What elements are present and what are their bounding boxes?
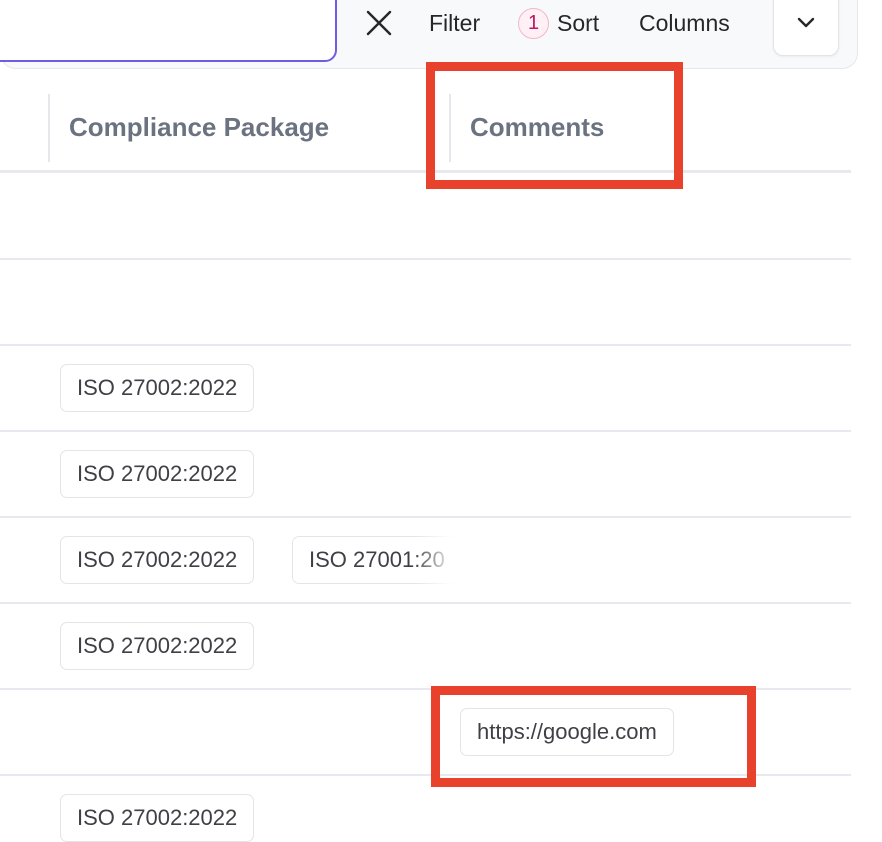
compliance-package-tag: ISO 27002:2022: [60, 622, 255, 670]
filter-label: Filter: [429, 9, 481, 36]
compliance-package-tag: ISO 27002:2022: [60, 450, 255, 498]
column-resize-handle[interactable]: [48, 94, 50, 162]
filter-button[interactable]: Filter: [429, 6, 480, 40]
compliance-package-tag: ISO 27002:2022: [60, 536, 255, 584]
columns-label: Columns: [639, 9, 730, 36]
row-divider: [0, 774, 851, 776]
search-input[interactable]: [0, 0, 337, 62]
close-icon: [366, 10, 392, 36]
columns-button[interactable]: Columns: [639, 6, 730, 40]
row-divider: [0, 430, 851, 432]
column-header-compliance-package[interactable]: Compliance Package: [69, 112, 329, 143]
row-divider: [0, 688, 851, 690]
row-divider: [0, 516, 851, 518]
row-divider: [0, 258, 851, 260]
sort-label: Sort: [557, 9, 600, 36]
column-header-comments[interactable]: Comments: [470, 112, 604, 143]
comment-link[interactable]: https://google.com: [460, 708, 674, 756]
chevron-down-icon: [797, 17, 815, 28]
row-divider: [0, 602, 851, 604]
sort-count-badge: 1: [518, 7, 549, 39]
sort-button[interactable]: 1 Sort: [518, 6, 599, 40]
column-resize-handle[interactable]: [449, 94, 451, 162]
stage: Filter 1 Sort Columns Compliance Package…: [0, 0, 882, 842]
row-divider: [0, 344, 851, 346]
compliance-package-tag: ISO 27002:2022: [60, 364, 255, 412]
compliance-package-tag: ISO 27001:20: [292, 536, 454, 584]
clear-search-button[interactable]: [361, 5, 397, 41]
more-options-button[interactable]: [773, 0, 839, 56]
header-divider: [0, 170, 851, 173]
compliance-package-tag: ISO 27002:2022: [60, 794, 255, 842]
